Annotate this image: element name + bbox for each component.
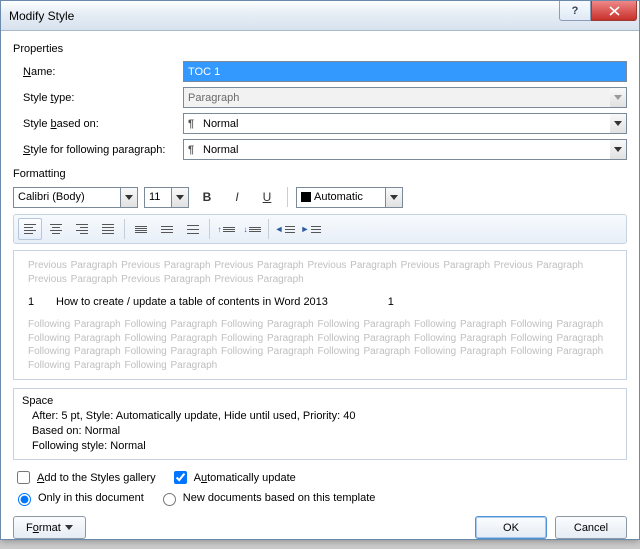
align-right-button[interactable] xyxy=(70,218,94,240)
format-button[interactable]: Format xyxy=(13,516,86,539)
only-this-document-radio[interactable]: Only in this document xyxy=(13,490,144,506)
separator xyxy=(124,219,125,239)
color-swatch-icon xyxy=(301,192,311,202)
style-following-value: ¶Normal xyxy=(183,139,610,160)
font-size-combo[interactable] xyxy=(144,187,189,208)
help-button[interactable]: ? xyxy=(559,1,591,21)
line-spacing-1-button[interactable] xyxy=(129,218,153,240)
titlebar: Modify Style ? xyxy=(1,1,639,31)
style-based-label: Style based on: xyxy=(13,118,183,130)
options-area: Add to the Styles gallery Automatically … xyxy=(13,468,627,506)
chevron-down-icon xyxy=(610,87,627,108)
style-type-label: Style type: xyxy=(13,92,183,104)
paragraph-icon: ¶ xyxy=(188,118,198,130)
font-name-combo[interactable] xyxy=(13,187,138,208)
desc-line-1: After: 5 pt, Style: Automatically update… xyxy=(22,409,618,424)
style-preview: Previous Paragraph Previous Paragraph Pr… xyxy=(13,250,627,380)
chevron-down-icon xyxy=(121,187,138,208)
font-name-input[interactable] xyxy=(13,187,121,208)
dialog-footer: Format OK Cancel xyxy=(13,516,627,539)
add-to-gallery-checkbox[interactable]: Add to the Styles gallery xyxy=(13,468,156,487)
underline-button[interactable]: U xyxy=(255,186,279,208)
font-size-input[interactable] xyxy=(144,187,172,208)
separator xyxy=(209,219,210,239)
align-center-button[interactable] xyxy=(44,218,68,240)
chevron-down-icon xyxy=(65,525,73,530)
style-description: Space After: 5 pt, Style: Automatically … xyxy=(13,388,627,460)
properties-heading: Properties xyxy=(13,43,627,55)
cancel-button[interactable]: Cancel xyxy=(555,516,627,539)
window-buttons: ? xyxy=(559,1,639,21)
window-title: Modify Style xyxy=(9,9,74,23)
ok-button[interactable]: OK xyxy=(475,516,547,539)
italic-button[interactable]: I xyxy=(225,186,249,208)
separator xyxy=(268,219,269,239)
chevron-down-icon xyxy=(610,139,627,160)
decrease-indent-button[interactable]: ◄ xyxy=(273,218,297,240)
close-button[interactable] xyxy=(591,1,637,21)
name-input[interactable] xyxy=(183,61,627,82)
chevron-down-icon xyxy=(610,113,627,134)
preview-previous-text: Previous Paragraph Previous Paragraph Pr… xyxy=(28,259,612,286)
space-before-increase-button[interactable]: ↑ xyxy=(214,218,238,240)
close-icon xyxy=(609,6,620,16)
sample-num-right: 1 xyxy=(350,296,394,308)
dialog-body: Properties Name: Style type: Paragraph S… xyxy=(1,31,639,549)
chevron-down-icon xyxy=(172,187,189,208)
style-following-label: Style for following paragraph: xyxy=(13,144,183,156)
line-spacing-15-button[interactable] xyxy=(155,218,179,240)
paragraph-icon: ¶ xyxy=(188,144,198,156)
properties-grid: Name: Style type: Paragraph Style based … xyxy=(13,61,627,160)
font-color-combo[interactable]: Automatic xyxy=(296,187,403,208)
style-type-select[interactable]: Paragraph xyxy=(183,87,627,108)
space-before-decrease-button[interactable]: ↓ xyxy=(240,218,264,240)
formatting-row-1: B I U Automatic xyxy=(13,186,627,208)
preview-following-text: Following Paragraph Following Paragraph … xyxy=(28,318,612,372)
modify-style-dialog: Modify Style ? Properties Name: Style ty… xyxy=(0,0,640,540)
name-label: Name: xyxy=(13,66,183,78)
increase-indent-button[interactable]: ► xyxy=(299,218,323,240)
bold-button[interactable]: B xyxy=(195,186,219,208)
font-color-value: Automatic xyxy=(314,191,363,203)
separator xyxy=(287,187,288,207)
style-based-value: ¶Normal xyxy=(183,113,610,134)
chevron-down-icon xyxy=(386,187,403,208)
style-type-value: Paragraph xyxy=(183,87,610,108)
desc-line-2: Based on: Normal xyxy=(22,424,618,439)
formatting-heading: Formatting xyxy=(13,168,627,180)
style-following-select[interactable]: ¶Normal xyxy=(183,139,627,160)
align-left-button[interactable] xyxy=(18,218,42,240)
desc-title: Space xyxy=(22,394,618,409)
preview-sample-line: 1 How to create / update a table of cont… xyxy=(28,296,612,308)
formatting-row-2: ↑ ↓ ◄ ► xyxy=(13,214,627,244)
style-based-select[interactable]: ¶Normal xyxy=(183,113,627,134)
auto-update-checkbox[interactable]: Automatically update xyxy=(170,468,296,487)
line-spacing-2-button[interactable] xyxy=(181,218,205,240)
sample-title: How to create / update a table of conten… xyxy=(56,296,328,308)
align-justify-button[interactable] xyxy=(96,218,120,240)
new-documents-template-radio[interactable]: New documents based on this template xyxy=(158,490,376,506)
desc-line-3: Following style: Normal xyxy=(22,439,618,454)
sample-num-left: 1 xyxy=(28,296,56,308)
